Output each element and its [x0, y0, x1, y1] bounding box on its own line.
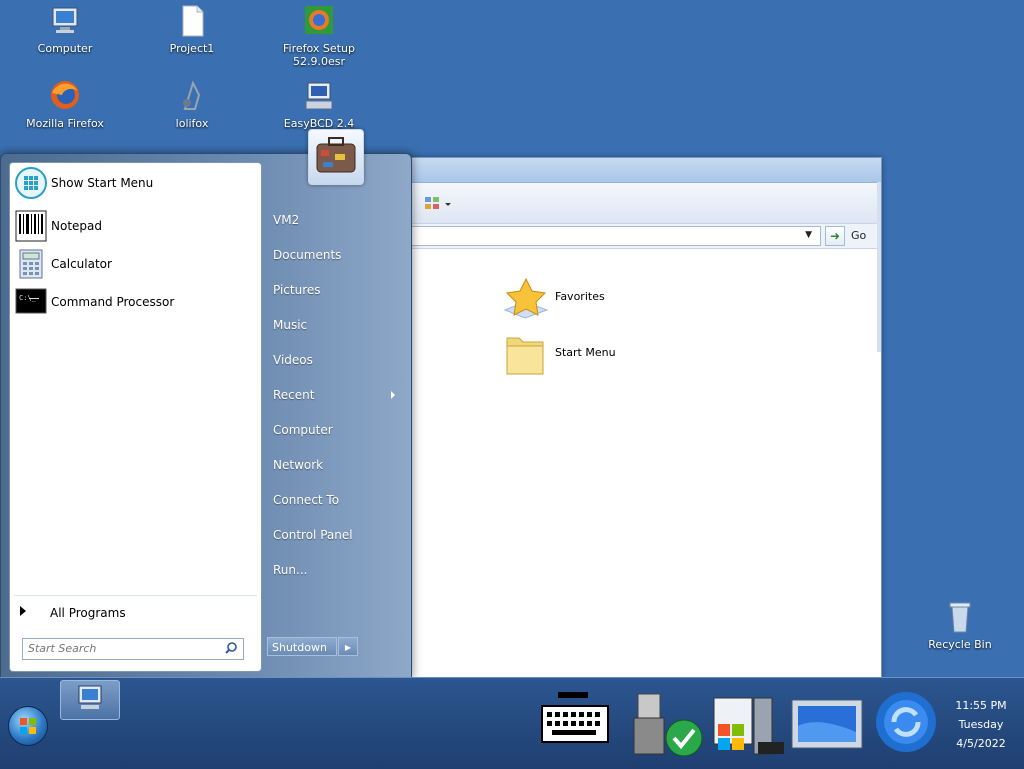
desktop-icon-easybcd[interactable]: EasyBCD 2.4	[264, 79, 374, 130]
desktop-icon-label: lolifox	[175, 117, 209, 130]
taskbar-button-explorer[interactable]	[60, 680, 120, 720]
clock-time: 11:55 PM	[955, 699, 1007, 712]
start-item-pictures[interactable]: Pictures	[273, 283, 321, 297]
desktop-icon-label: Firefox Setup 52.9.0esr	[283, 42, 355, 68]
installer-icon	[302, 4, 336, 38]
desktop-icon-mozilla-firefox[interactable]: Mozilla Firefox	[10, 79, 120, 130]
user-picture	[308, 129, 364, 185]
start-menu: Show Start Menu Notepad Calculator C:\_ …	[0, 153, 412, 679]
shutdown-button[interactable]: Shutdown	[267, 637, 337, 656]
scrollbar[interactable]	[877, 182, 881, 352]
start-item-documents[interactable]: Documents	[273, 248, 341, 262]
desktop-icon-recycle-bin[interactable]: Recycle Bin	[905, 600, 1015, 651]
search-placeholder: Start Search	[28, 642, 97, 655]
briefcase-icon	[316, 137, 356, 173]
views-button[interactable]	[423, 195, 453, 213]
recycle-bin-icon	[943, 600, 977, 634]
taskbar: 11:55 PM Tuesday 4/5/2022	[0, 677, 1024, 769]
program-label: Show Start Menu	[51, 176, 154, 190]
usb-safely-remove-icon[interactable]	[632, 686, 706, 757]
go-arrow-icon[interactable]: ➜	[825, 226, 845, 246]
start-button[interactable]	[8, 706, 48, 746]
windows-logo-icon	[20, 718, 36, 734]
window-toolbar	[405, 183, 881, 224]
clock-date: 4/5/2022	[956, 737, 1006, 750]
desktop-icon-project1[interactable]: Project1	[137, 4, 247, 55]
start-item-run[interactable]: Run...	[273, 563, 307, 577]
start-item-videos[interactable]: Videos	[273, 353, 313, 367]
program-calculator[interactable]: Calculator	[13, 246, 257, 282]
address-bar-row: ▼ ➜ Go	[405, 224, 881, 249]
views-icon	[425, 197, 451, 209]
window-titlebar[interactable]	[405, 158, 881, 183]
desktop-icon-firefox-setup[interactable]: Firefox Setup 52.9.0esr	[264, 4, 374, 68]
start-item-network[interactable]: Network	[273, 458, 323, 472]
firefox-icon	[48, 79, 82, 113]
desktop-icon-label: Recycle Bin	[928, 638, 992, 651]
lolifox-icon	[175, 79, 209, 113]
calculator-icon	[15, 248, 47, 280]
go-button[interactable]: Go	[851, 229, 866, 242]
computer-icon	[48, 4, 82, 38]
divider	[14, 595, 257, 596]
desktop-icon-computer[interactable]: Computer	[10, 4, 120, 55]
windows-update-icon[interactable]	[710, 686, 784, 756]
favorites-star-icon	[503, 276, 549, 322]
explorer-window[interactable]: ▼ ➜ Go Favorites Start Menu	[404, 157, 882, 679]
desktop-icon-label: Computer	[37, 42, 93, 55]
document-icon	[175, 4, 209, 38]
start-item-computer[interactable]: Computer	[273, 423, 333, 437]
command-prompt-icon: C:\_	[15, 286, 47, 318]
start-item-connect-to[interactable]: Connect To	[273, 493, 339, 507]
clock-day: Tuesday	[958, 718, 1004, 731]
program-label: Notepad	[51, 219, 102, 233]
start-search-input[interactable]: Start Search	[22, 638, 244, 660]
system-clock[interactable]: 11:55 PM Tuesday 4/5/2022	[948, 696, 1014, 753]
display-icon[interactable]	[790, 686, 864, 756]
start-item-control-panel[interactable]: Control Panel	[273, 528, 353, 542]
address-input[interactable]: ▼	[409, 226, 821, 246]
folder-icon	[503, 332, 549, 378]
program-command-processor[interactable]: C:\_ Command Processor	[13, 284, 257, 320]
shutdown-options-arrow-icon[interactable]: ▶	[338, 637, 358, 656]
start-item-recent[interactable]: Recent	[273, 388, 314, 402]
notepad-icon	[15, 210, 47, 242]
dropdown-arrow-icon[interactable]: ▼	[805, 230, 812, 240]
all-programs-button[interactable]: All Programs	[14, 603, 256, 623]
all-programs-label: All Programs	[50, 606, 126, 620]
keyboard-icon[interactable]	[538, 686, 612, 756]
program-label: Command Processor	[51, 295, 175, 309]
desktop-icon-lolifox[interactable]: lolifox	[137, 79, 247, 130]
desktop-icon-label: Project1	[169, 42, 215, 55]
start-grid-icon	[15, 167, 47, 199]
folder-item-label: Start Menu	[555, 346, 616, 359]
easybcd-icon	[302, 79, 336, 113]
program-label: Calculator	[51, 257, 112, 271]
start-menu-programs-pane: Show Start Menu Notepad Calculator C:\_ …	[9, 162, 262, 672]
arrow-right-icon	[20, 606, 26, 616]
sync-icon[interactable]	[872, 686, 946, 756]
submenu-arrow-icon	[391, 391, 395, 399]
search-icon[interactable]	[224, 641, 238, 655]
program-notepad[interactable]: Notepad	[13, 208, 257, 244]
computer-icon	[78, 685, 102, 709]
desktop-icon-label: Mozilla Firefox	[26, 117, 104, 130]
folder-item-label: Favorites	[555, 290, 605, 303]
program-show-start-menu[interactable]: Show Start Menu	[13, 165, 257, 201]
start-item-music[interactable]: Music	[273, 318, 307, 332]
start-item-vm2[interactable]: VM2	[273, 213, 299, 227]
